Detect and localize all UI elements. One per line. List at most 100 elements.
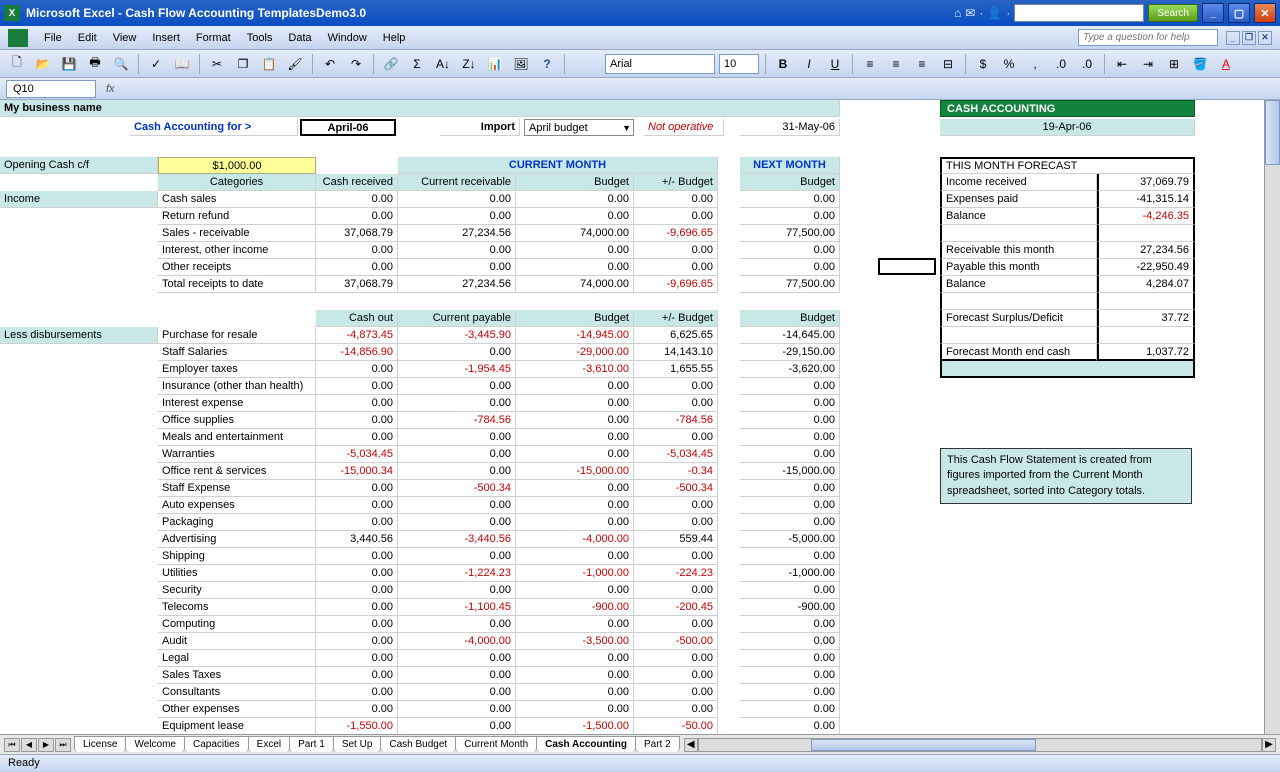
dis-cat[interactable]: Consultants — [158, 684, 316, 701]
income-c1[interactable]: 37,068.79 — [316, 276, 398, 293]
print-icon[interactable]: 🖶 — [84, 53, 106, 75]
dis-nb[interactable]: -5,000.00 — [740, 531, 840, 548]
horizontal-scrollbar[interactable]: ◀ ▶ — [680, 738, 1280, 752]
sum-icon[interactable]: Σ — [406, 53, 428, 75]
dis-c1[interactable]: 0.00 — [316, 565, 398, 582]
dis-c4[interactable]: 0.00 — [634, 582, 718, 599]
menu-file[interactable]: File — [36, 29, 70, 47]
dis-cat[interactable]: Equipment lease — [158, 718, 316, 735]
dis-c2[interactable]: 0.00 — [398, 650, 516, 667]
period-box[interactable]: April-06 — [300, 119, 396, 136]
dis-c2[interactable]: -3,445.90 — [398, 327, 516, 344]
dis-c2[interactable]: -1,100.45 — [398, 599, 516, 616]
dis-c3[interactable]: 0.00 — [516, 667, 634, 684]
dis-c1[interactable]: 0.00 — [316, 599, 398, 616]
forecast-label[interactable]: Balance — [940, 208, 1097, 225]
income-c1[interactable]: 0.00 — [316, 259, 398, 276]
save-icon[interactable]: 💾 — [58, 53, 80, 75]
align-left-icon[interactable]: ≡ — [859, 53, 881, 75]
doc-close-button[interactable]: ✕ — [1258, 31, 1272, 45]
income-c2[interactable]: 0.00 — [398, 191, 516, 208]
minimize-button[interactable]: _ — [1202, 3, 1224, 23]
menu-insert[interactable]: Insert — [144, 29, 188, 47]
dis-c4[interactable]: -5,034.45 — [634, 446, 718, 463]
dis-nb[interactable]: 0.00 — [740, 582, 840, 599]
decrease-indent-icon[interactable]: ⇤ — [1111, 53, 1133, 75]
dis-c4[interactable]: 0.00 — [634, 514, 718, 531]
income-cat[interactable]: Interest, other income — [158, 242, 316, 259]
income-cat[interactable]: Return refund — [158, 208, 316, 225]
forecast-label[interactable] — [940, 293, 1097, 310]
dis-cat[interactable]: Warranties — [158, 446, 316, 463]
dis-c3[interactable]: -29,000.00 — [516, 344, 634, 361]
forecast-val[interactable] — [1097, 225, 1195, 242]
forecast-val[interactable] — [1097, 327, 1195, 344]
dis-c3[interactable]: 0.00 — [516, 378, 634, 395]
dis-cat[interactable]: Shipping — [158, 548, 316, 565]
dis-c2[interactable]: -1,954.45 — [398, 361, 516, 378]
dis-nb[interactable]: 0.00 — [740, 378, 840, 395]
tab-first-icon[interactable]: ⏮ — [4, 738, 20, 752]
doc-restore-button[interactable]: ❐ — [1242, 31, 1256, 45]
forecast-label[interactable] — [940, 327, 1097, 344]
date2[interactable]: 19-Apr-06 — [940, 119, 1195, 136]
dis-c3[interactable]: 0.00 — [516, 395, 634, 412]
business-name[interactable]: My business name — [0, 100, 840, 117]
borders-icon[interactable]: ⊞ — [1163, 53, 1185, 75]
dis-cat[interactable]: Telecoms — [158, 599, 316, 616]
income-label[interactable]: Income — [0, 191, 158, 208]
next-month-hdr[interactable]: NEXT MONTH — [740, 157, 840, 174]
income-c2[interactable]: 0.00 — [398, 259, 516, 276]
opening-val[interactable]: $1,000.00 — [158, 157, 316, 174]
dis-c4[interactable]: 14,143.10 — [634, 344, 718, 361]
italic-button[interactable]: I — [798, 53, 820, 75]
dis-c1[interactable]: 0.00 — [316, 395, 398, 412]
active-cell[interactable] — [878, 258, 936, 275]
sort-desc-icon[interactable]: Z↓ — [458, 53, 480, 75]
dis-c4[interactable]: 0.00 — [634, 548, 718, 565]
search-button[interactable]: Search — [1148, 4, 1198, 22]
dis-c2[interactable]: -3,440.56 — [398, 531, 516, 548]
dis-c3[interactable]: 0.00 — [516, 616, 634, 633]
menu-tools[interactable]: Tools — [239, 29, 281, 47]
tab-cash-accounting[interactable]: Cash Accounting — [536, 736, 636, 752]
dis-c2[interactable]: 0.00 — [398, 463, 516, 480]
dis-c2[interactable]: 0.00 — [398, 395, 516, 412]
underline-button[interactable]: U — [824, 53, 846, 75]
dis-c1[interactable]: 0.00 — [316, 497, 398, 514]
decrease-decimal-icon[interactable]: .0 — [1076, 53, 1098, 75]
dis-c2[interactable]: 0.00 — [398, 497, 516, 514]
dis-c4[interactable]: 0.00 — [634, 497, 718, 514]
dis-c3[interactable]: -1,000.00 — [516, 565, 634, 582]
income-c2[interactable]: 27,234.56 — [398, 225, 516, 242]
budget-hdr[interactable]: Budget — [516, 174, 634, 191]
dis-nb[interactable]: 0.00 — [740, 412, 840, 429]
doc-minimize-button[interactable]: _ — [1226, 31, 1240, 45]
dis-cat[interactable]: Utilities — [158, 565, 316, 582]
dis-cat[interactable]: Audit — [158, 633, 316, 650]
spell-icon[interactable]: ✓ — [145, 53, 167, 75]
dis-c3[interactable]: 0.00 — [516, 548, 634, 565]
dis-c1[interactable]: -14,856.90 — [316, 344, 398, 361]
tab-welcome[interactable]: Welcome — [125, 736, 185, 752]
paste-icon[interactable]: 📋 — [258, 53, 280, 75]
dis-c1[interactable]: -1,550.00 — [316, 718, 398, 735]
dis-c4[interactable]: -500.34 — [634, 480, 718, 497]
dis-c2[interactable]: 0.00 — [398, 378, 516, 395]
dis-c2[interactable]: -4,000.00 — [398, 633, 516, 650]
dis-c3[interactable]: 0.00 — [516, 684, 634, 701]
dis-nb[interactable]: -15,000.00 — [740, 463, 840, 480]
income-nb[interactable]: 0.00 — [740, 242, 840, 259]
dis-cat[interactable]: Sales Taxes — [158, 667, 316, 684]
fill-color-icon[interactable]: 🪣 — [1189, 53, 1211, 75]
link-icon[interactable]: 🔗 — [380, 53, 402, 75]
opening-label[interactable]: Opening Cash c/f — [0, 157, 158, 174]
less-dis-label[interactable]: Less disbursements — [0, 327, 158, 344]
dis-c4[interactable]: 0.00 — [634, 429, 718, 446]
dis-nb[interactable]: 0.00 — [740, 497, 840, 514]
dis-nb[interactable]: 0.00 — [740, 650, 840, 667]
income-c4[interactable]: -9,696.65 — [634, 276, 718, 293]
open-icon[interactable]: 📂 — [32, 53, 54, 75]
dis-c4[interactable]: 0.00 — [634, 378, 718, 395]
dis-c3[interactable]: 0.00 — [516, 514, 634, 531]
